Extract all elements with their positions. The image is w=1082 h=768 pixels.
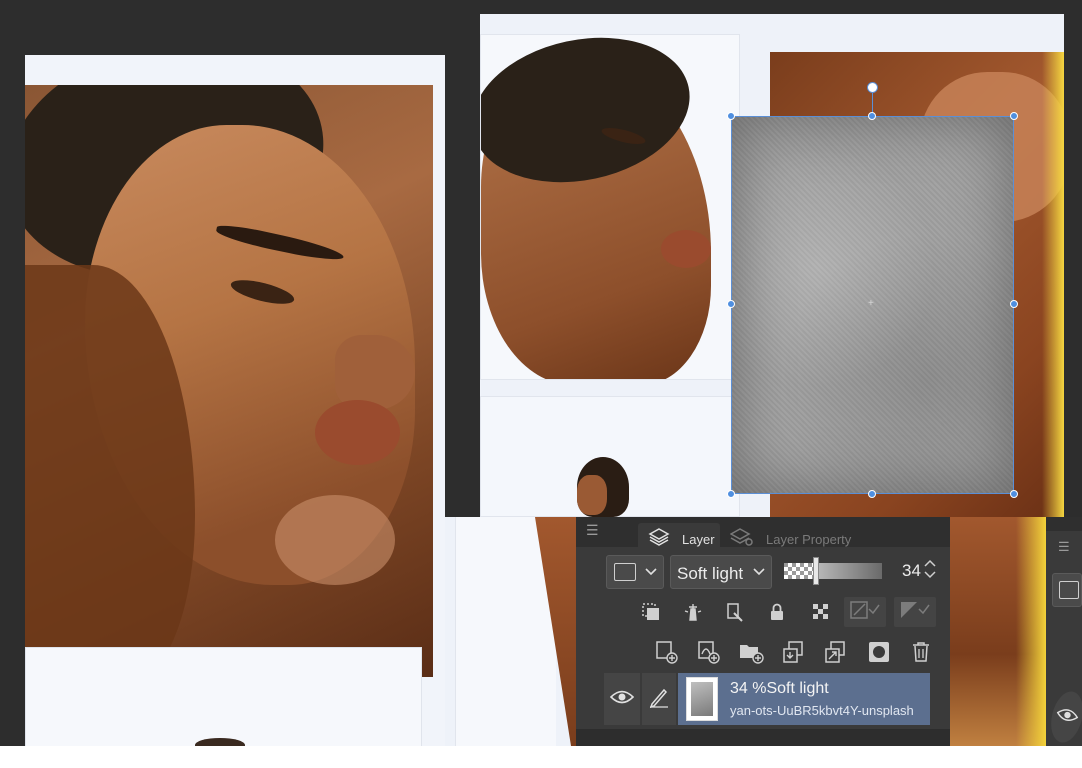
head-silhouette <box>195 738 245 746</box>
handle-bottom-left[interactable] <box>727 490 735 498</box>
layer-edit-toggle[interactable] <box>642 673 676 725</box>
new-vector-layer-icon[interactable] <box>696 639 722 665</box>
tab-layer-property[interactable]: Layer Property <box>722 523 862 549</box>
panel-menu-icon[interactable]: ☰ <box>1058 539 1070 555</box>
layer-panel: ☰ Layer Layer Property Soft light 34 34 … <box>576 517 950 729</box>
opacity-slider[interactable] <box>814 563 882 579</box>
mask-toggle-button[interactable] <box>844 597 886 627</box>
layer-visibility-toggle[interactable] <box>1046 688 1082 746</box>
new-raster-layer-icon[interactable] <box>654 639 680 665</box>
lower-panel <box>25 647 422 746</box>
bottom-strip <box>0 746 1082 768</box>
opacity-slider-thumb[interactable] <box>813 557 819 585</box>
handle-bottom-center[interactable] <box>868 490 876 498</box>
eye-icon <box>609 689 635 710</box>
clip-to-layer-icon[interactable] <box>638 599 664 625</box>
pen-icon <box>648 686 670 713</box>
yellow-edge <box>1016 517 1046 746</box>
lips <box>661 230 711 268</box>
selected-layer[interactable]: 34 %Soft light yan-ots-UuBR5kbvt4Y-unspl… <box>678 673 930 725</box>
secondary-panel: ☰ <box>1046 517 1082 746</box>
opacity-stepper-icon[interactable] <box>924 557 936 584</box>
blend-opacity-row: Soft light 34 <box>576 547 950 591</box>
handle-top-center[interactable] <box>868 112 876 120</box>
figure-face <box>577 475 607 515</box>
artwork-right-strip <box>950 517 1046 746</box>
layer-row[interactable]: 34 %Soft light yan-ots-UuBR5kbvt4Y-unspl… <box>604 673 930 725</box>
opacity-value[interactable]: 34 <box>902 561 921 581</box>
handle-middle-left[interactable] <box>727 300 735 308</box>
expression-color-dropdown[interactable] <box>1052 573 1082 607</box>
tab-layer-property-label: Layer Property <box>766 532 852 547</box>
secondary-panel-tab <box>1046 517 1082 531</box>
yellow-edge <box>1042 52 1064 517</box>
layer-thumbnail <box>686 677 718 721</box>
blend-mode-value: Soft light <box>677 564 744 583</box>
color-swatch <box>614 563 636 581</box>
combine-down-icon[interactable] <box>822 639 848 665</box>
layer-blend-info: 34 %Soft light <box>730 680 829 697</box>
nose <box>335 335 415 410</box>
thumbnail-image <box>691 682 713 716</box>
lock-icon[interactable] <box>764 599 790 625</box>
mask-disabled-icon <box>899 599 931 626</box>
reference-layer-icon[interactable] <box>680 599 706 625</box>
chevron-down-icon <box>645 563 657 584</box>
layer-panel-tabs: ☰ Layer Layer Property <box>576 517 950 549</box>
artwork-left[interactable] <box>25 55 445 746</box>
blend-mode-select[interactable]: Soft light <box>670 555 772 589</box>
mask-disabled-icon <box>849 599 881 626</box>
center-crosshair-icon: + <box>868 298 874 309</box>
draft-layer-icon[interactable] <box>722 599 748 625</box>
mask-range-toggle-button[interactable] <box>894 597 936 627</box>
handle-middle-right[interactable] <box>1010 300 1018 308</box>
opacity-slider-transparent-end[interactable] <box>784 563 814 579</box>
trash-icon[interactable] <box>908 639 934 665</box>
layer-mask-icon[interactable] <box>866 639 892 665</box>
chin-highlight <box>275 495 395 585</box>
layer-lock-toolbar <box>576 595 950 629</box>
portrait-panel <box>25 85 433 677</box>
figure-panel <box>480 396 740 517</box>
tab-layer-label: Layer <box>682 532 715 547</box>
tab-layer[interactable]: Layer <box>638 523 720 549</box>
handle-bottom-right[interactable] <box>1010 490 1018 498</box>
rotation-handle[interactable] <box>867 82 878 93</box>
chevron-down-icon <box>753 563 765 584</box>
transfer-to-lower-icon[interactable] <box>780 639 806 665</box>
color-swatch <box>1059 581 1079 599</box>
panel-menu-icon[interactable]: ☰ <box>586 523 599 537</box>
artwork-middle-strip <box>445 517 576 746</box>
portrait-panel-small <box>480 34 740 380</box>
layer-visibility-toggle[interactable] <box>604 673 640 725</box>
layer-name: yan-ots-UuBR5kbvt4Y-unsplash <box>730 703 914 718</box>
eye-icon <box>1054 704 1080 730</box>
expression-color-dropdown[interactable] <box>606 555 664 589</box>
lips <box>315 400 400 465</box>
new-folder-icon[interactable] <box>738 639 764 665</box>
handle-top-right[interactable] <box>1010 112 1018 120</box>
lock-transparent-icon[interactable] <box>808 599 834 625</box>
handle-top-left[interactable] <box>727 112 735 120</box>
layer-create-toolbar <box>576 633 950 671</box>
